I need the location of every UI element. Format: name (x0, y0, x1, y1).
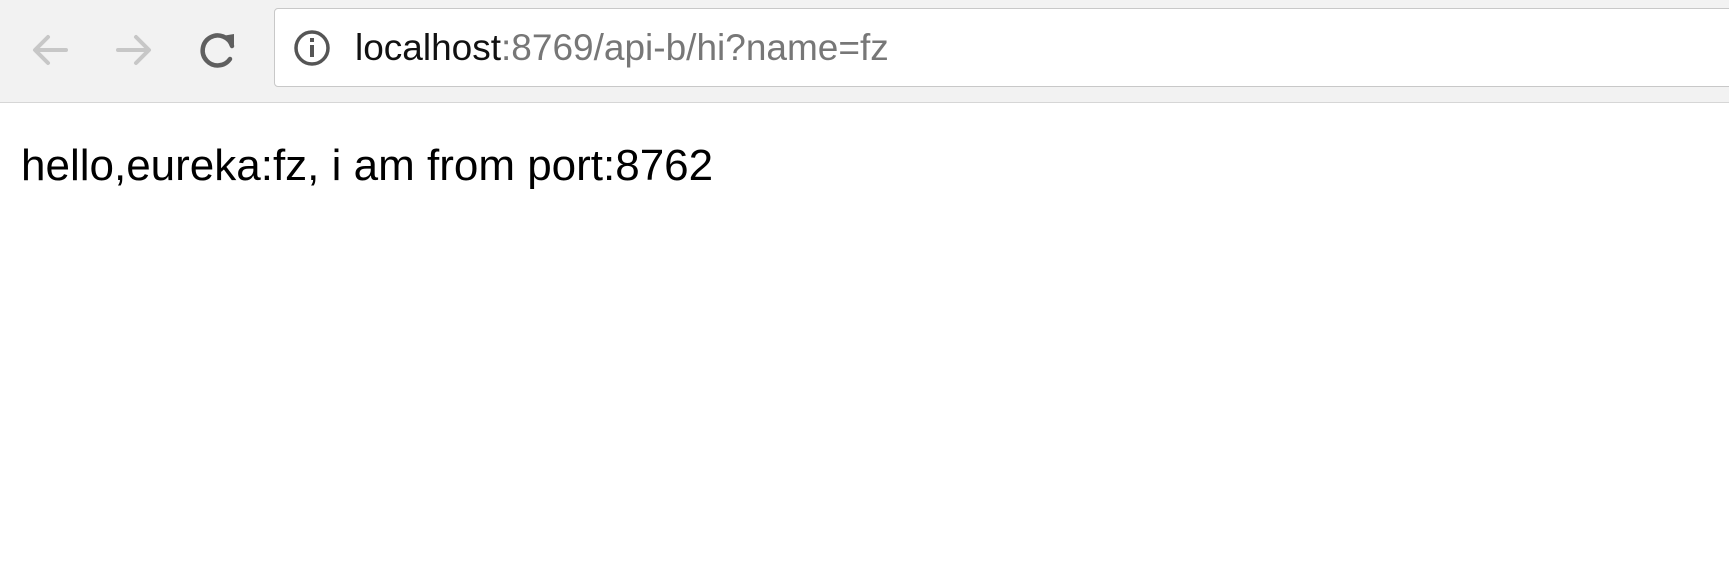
info-icon[interactable] (293, 29, 331, 67)
url-host: localhost (355, 27, 502, 68)
url-text: localhost:8769/api-b/hi?name=fz (355, 26, 889, 70)
browser-toolbar: localhost:8769/api-b/hi?name=fz (0, 0, 1729, 103)
reload-icon (194, 26, 242, 74)
forward-button[interactable] (104, 20, 164, 80)
url-path: :8769/api-b/hi?name=fz (501, 27, 889, 68)
address-bar[interactable]: localhost:8769/api-b/hi?name=fz (274, 8, 1729, 87)
back-button[interactable] (20, 20, 80, 80)
back-arrow-icon (28, 28, 72, 72)
page-body-text: hello,eureka:fz, i am from port:8762 (21, 141, 714, 190)
forward-arrow-icon (112, 28, 156, 72)
reload-button[interactable] (188, 20, 248, 80)
